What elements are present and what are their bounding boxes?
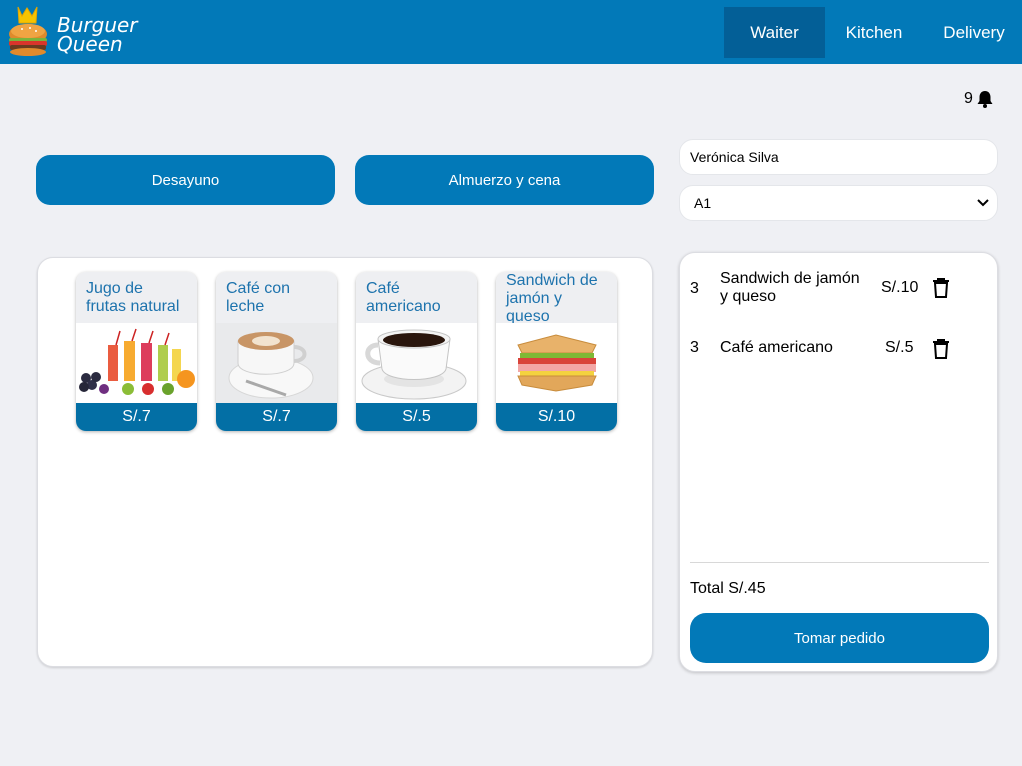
fruit-juices-image bbox=[76, 323, 197, 403]
table-select-value: A1 bbox=[694, 195, 712, 211]
table-select[interactable]: A1 bbox=[679, 185, 998, 221]
product-name: Café con leche bbox=[216, 272, 337, 323]
trash-icon[interactable] bbox=[932, 338, 950, 360]
order-divider bbox=[690, 562, 989, 563]
product-name: Sandwich de jamón y queso bbox=[496, 272, 617, 323]
nav-kitchen[interactable]: Kitchen bbox=[836, 7, 912, 58]
category-desayuno-button[interactable]: Desayuno bbox=[36, 155, 335, 205]
chevron-down-icon bbox=[977, 199, 989, 207]
product-price: S/.5 bbox=[356, 403, 477, 431]
order-item-quantity: 3 bbox=[690, 339, 699, 356]
burger-crown-logo-icon bbox=[9, 6, 47, 56]
product-price: S/.10 bbox=[496, 403, 617, 431]
order-item-name: Sandwich de jamón y queso bbox=[720, 270, 860, 305]
order-item-price: S/.5 bbox=[885, 339, 914, 356]
brand-name: Burguer Queen bbox=[57, 15, 138, 56]
notifications-indicator[interactable]: 9 bbox=[964, 88, 1004, 110]
category-almuerzo-button[interactable]: Almuerzo y cena bbox=[355, 155, 654, 205]
trash-icon[interactable] bbox=[932, 277, 950, 299]
sandwich-image bbox=[496, 323, 617, 403]
product-name: Jugo de frutas natural bbox=[76, 272, 197, 323]
latte-cup-image bbox=[216, 323, 337, 403]
take-order-button[interactable]: Tomar pedido bbox=[690, 613, 989, 663]
bell-icon bbox=[977, 91, 993, 108]
nav-waiter[interactable]: Waiter bbox=[724, 7, 825, 58]
notification-count: 9 bbox=[964, 90, 973, 107]
brand-line-2: Queen bbox=[57, 32, 123, 56]
nav-delivery[interactable]: Delivery bbox=[934, 7, 1014, 58]
client-name-value: Verónica Silva bbox=[690, 149, 779, 165]
product-card[interactable]: Café con leche S/.7 bbox=[216, 272, 337, 431]
product-card[interactable]: Sandwich de jamón y queso S/.10 bbox=[496, 272, 617, 431]
product-card[interactable]: Café americano S/.5 bbox=[356, 272, 477, 431]
top-navigation-bar: Burguer Queen Waiter Kitchen Delivery bbox=[0, 0, 1022, 64]
product-price: S/.7 bbox=[76, 403, 197, 431]
menu-products-panel: Jugo de frutas natural S/.7 Café con lec… bbox=[37, 257, 653, 667]
order-summary-panel: 3 Sandwich de jamón y queso S/.10 3 Café… bbox=[679, 252, 998, 672]
brand-logo[interactable]: Burguer Queen bbox=[6, 4, 138, 60]
product-name: Café americano bbox=[356, 272, 477, 323]
order-total: Total S/.45 bbox=[690, 580, 766, 597]
product-card[interactable]: Jugo de frutas natural S/.7 bbox=[76, 272, 197, 431]
product-price: S/.7 bbox=[216, 403, 337, 431]
order-item-quantity: 3 bbox=[690, 280, 699, 297]
order-item-price: S/.10 bbox=[881, 279, 919, 296]
order-item-name: Café americano bbox=[720, 339, 833, 356]
coffee-cup-image bbox=[356, 323, 477, 403]
client-name-field[interactable]: Verónica Silva bbox=[679, 139, 998, 175]
